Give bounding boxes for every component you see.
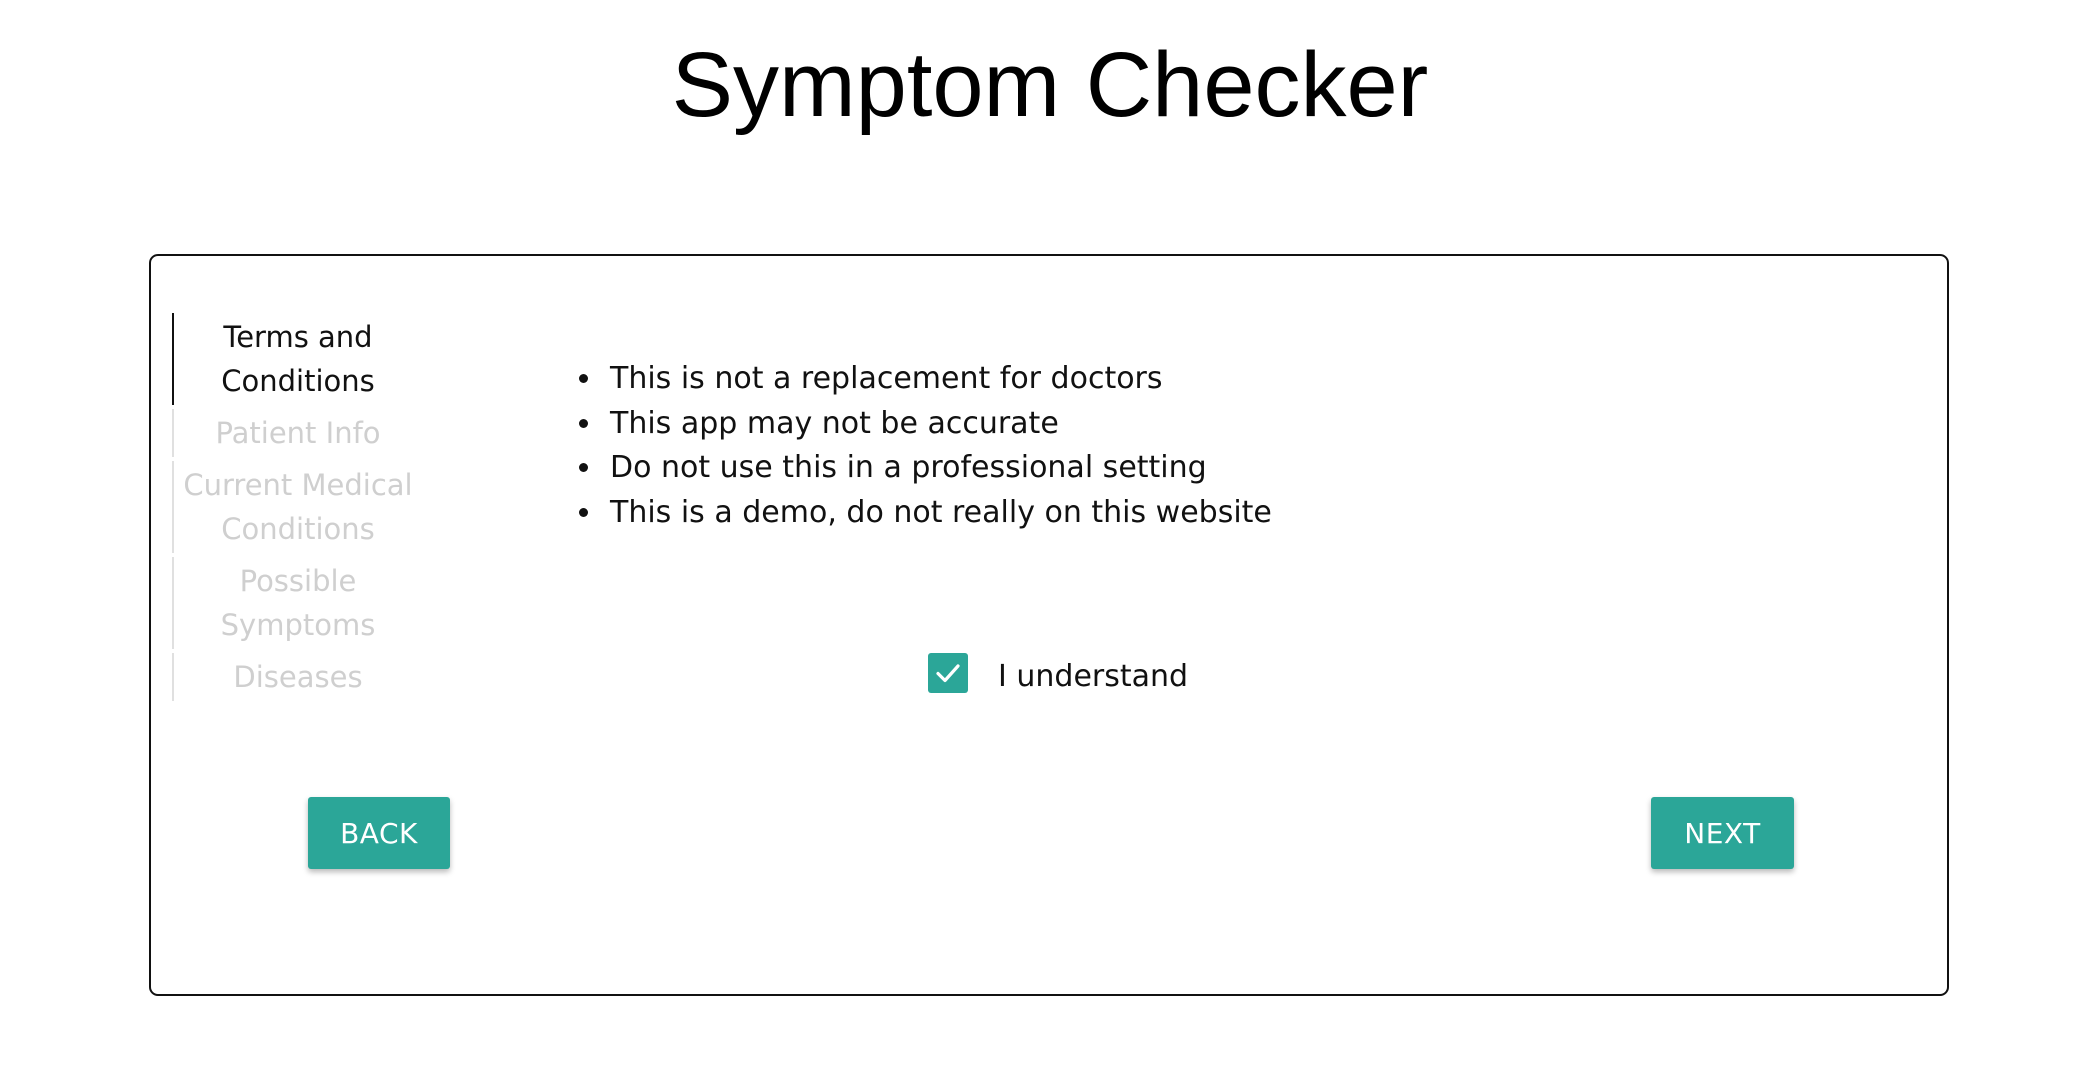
step-label-line: Patient Info (215, 416, 381, 450)
list-item: This is a demo, do not really on this we… (604, 491, 1272, 536)
step-possible-symptoms[interactable]: Possible Symptoms (172, 557, 422, 649)
step-label-line: Diseases (233, 660, 363, 694)
back-button[interactable]: BACK (308, 797, 450, 869)
step-label-line: Conditions (221, 364, 375, 398)
understand-label: I understand (998, 659, 1189, 694)
step-diseases[interactable]: Diseases (172, 653, 422, 701)
step-label-line: Symptoms (220, 608, 376, 642)
wizard-card: Terms and Conditions Patient Info Curren… (149, 254, 1949, 996)
page-title: Symptom Checker (671, 34, 1429, 136)
stepper: Terms and Conditions Patient Info Curren… (172, 313, 422, 705)
step-patient-info[interactable]: Patient Info (172, 409, 422, 457)
step-label-line: Possible (239, 564, 357, 598)
step-terms-and-conditions[interactable]: Terms and Conditions (172, 313, 422, 405)
understand-checkbox-row[interactable]: I understand (928, 651, 1188, 695)
step-label-line: Terms and (223, 320, 373, 354)
list-item: Do not use this in a professional settin… (604, 446, 1272, 491)
next-button[interactable]: NEXT (1651, 797, 1794, 869)
step-label-line: Current Medical (183, 468, 413, 502)
step-current-medical-conditions[interactable]: Current Medical Conditions (172, 461, 422, 553)
list-item: This app may not be accurate (604, 402, 1272, 447)
list-item: This is not a replacement for doctors (604, 357, 1272, 402)
terms-list: This is not a replacement for doctors Th… (574, 357, 1272, 535)
step-label-line: Conditions (221, 512, 375, 546)
understand-checkbox[interactable] (928, 653, 968, 693)
check-icon (936, 664, 960, 683)
